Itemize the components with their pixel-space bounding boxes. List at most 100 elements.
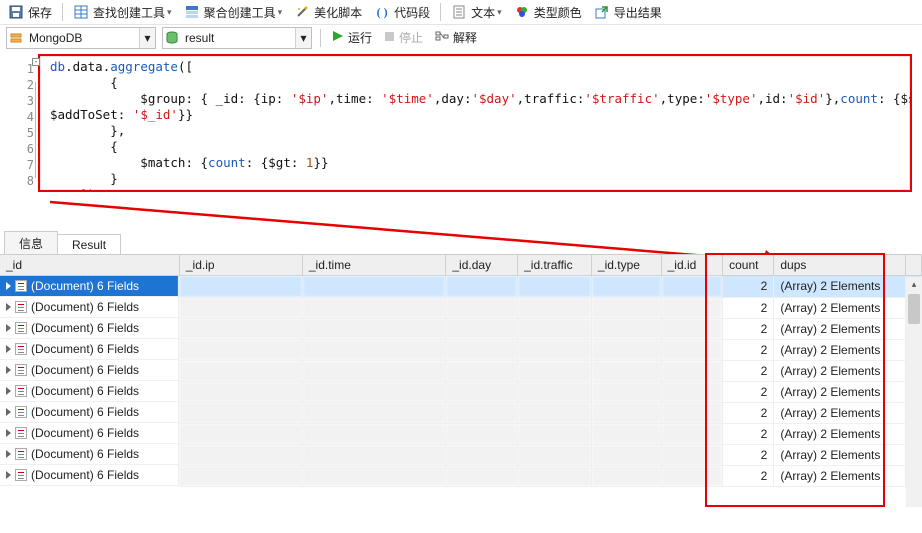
- col-id-traffic[interactable]: _id.traffic: [518, 255, 592, 276]
- expand-icon[interactable]: [6, 324, 11, 332]
- blurred-cell: [518, 465, 592, 486]
- expand-icon[interactable]: [6, 345, 11, 353]
- tab-result[interactable]: Result: [57, 234, 121, 254]
- col-id[interactable]: _id: [0, 255, 179, 276]
- id-cell[interactable]: (Document) 6 Fields: [0, 402, 179, 423]
- expand-icon[interactable]: [6, 471, 11, 479]
- blurred-cell: [591, 444, 661, 465]
- expand-icon[interactable]: [6, 282, 11, 290]
- col-id-id[interactable]: _id.id: [661, 255, 723, 276]
- count-cell: 2: [723, 276, 774, 298]
- tab-info[interactable]: 信息: [4, 231, 58, 254]
- blurred-cell: [518, 381, 592, 402]
- expand-icon[interactable]: [6, 366, 11, 374]
- scroll-up-icon[interactable]: ▴: [912, 277, 917, 292]
- table-row[interactable]: (Document) 6 Fields 2(Array) 2 Elements: [0, 423, 922, 444]
- document-icon: [15, 280, 27, 292]
- table-row[interactable]: (Document) 6 Fields 2(Array) 2 Elements: [0, 297, 922, 318]
- blurred-cell: [518, 276, 592, 298]
- id-cell-label: (Document) 6 Fields: [31, 321, 139, 335]
- id-cell[interactable]: (Document) 6 Fields: [0, 423, 179, 444]
- dropdown-icon[interactable]: ▾: [139, 28, 155, 48]
- id-cell[interactable]: (Document) 6 Fields: [0, 276, 179, 297]
- blurred-cell: [661, 318, 723, 339]
- table-row[interactable]: (Document) 6 Fields 2(Array) 2 Elements: [0, 402, 922, 423]
- blurred-cell: [661, 465, 723, 486]
- expand-icon[interactable]: [6, 408, 11, 416]
- dropdown-icon: ▾: [167, 7, 172, 18]
- col-id-time[interactable]: _id.time: [302, 255, 446, 276]
- blurred-cell: [179, 402, 302, 423]
- type-color-button[interactable]: 类型颜色: [510, 3, 586, 22]
- col-id-day[interactable]: _id.day: [446, 255, 518, 276]
- table-row[interactable]: (Document) 6 Fields 2(Array) 2 Elements: [0, 381, 922, 402]
- blurred-cell: [446, 423, 518, 444]
- count-cell: 2: [723, 402, 774, 423]
- expand-icon[interactable]: [6, 450, 11, 458]
- scroll-thumb[interactable]: [908, 294, 920, 324]
- table-row[interactable]: (Document) 6 Fields 2(Array) 2 Elements: [0, 276, 922, 298]
- code-editor[interactable]: db.data.aggregate([ { $group: { _id: {ip…: [38, 54, 912, 192]
- id-cell[interactable]: (Document) 6 Fields: [0, 381, 179, 402]
- blurred-cell: [446, 360, 518, 381]
- blurred-cell: [591, 318, 661, 339]
- line-num: 8: [10, 173, 34, 189]
- blurred-cell: [302, 360, 446, 381]
- id-cell[interactable]: (Document) 6 Fields: [0, 339, 179, 360]
- beautify-button[interactable]: 美化脚本: [290, 3, 366, 22]
- id-cell[interactable]: (Document) 6 Fields: [0, 297, 179, 318]
- vertical-scrollbar[interactable]: ▴: [906, 277, 922, 507]
- id-cell[interactable]: (Document) 6 Fields: [0, 360, 179, 381]
- blurred-cell: [661, 297, 723, 318]
- table-row[interactable]: (Document) 6 Fields 2(Array) 2 Elements: [0, 360, 922, 381]
- table-row[interactable]: (Document) 6 Fields 2(Array) 2 Elements: [0, 339, 922, 360]
- document-icon: [15, 448, 27, 460]
- table-row[interactable]: (Document) 6 Fields 2(Array) 2 Elements: [0, 465, 922, 486]
- dups-cell: (Array) 2 Elements: [774, 360, 905, 381]
- separator: [62, 3, 63, 21]
- codeseg-button[interactable]: ( ) 代码段: [370, 3, 434, 22]
- blurred-cell: [591, 402, 661, 423]
- explain-button[interactable]: 解释: [432, 29, 480, 46]
- collection-combo[interactable]: result ▾: [162, 27, 312, 49]
- result-table[interactable]: _id _id.ip _id.time _id.day _id.traffic …: [0, 255, 922, 487]
- blurred-cell: [591, 360, 661, 381]
- id-cell[interactable]: (Document) 6 Fields: [0, 444, 179, 465]
- blurred-cell: [302, 297, 446, 318]
- line-num: 1: [10, 61, 34, 77]
- export-button[interactable]: 导出结果: [590, 3, 666, 22]
- parens-icon: ( ): [374, 4, 390, 20]
- fold-marker[interactable]: -: [32, 58, 40, 66]
- id-cell[interactable]: (Document) 6 Fields: [0, 465, 179, 486]
- dups-cell: (Array) 2 Elements: [774, 297, 905, 318]
- blurred-cell: [179, 297, 302, 318]
- table-row[interactable]: (Document) 6 Fields 2(Array) 2 Elements: [0, 444, 922, 465]
- agg-create-button[interactable]: 聚合创建工具 ▾: [180, 3, 287, 22]
- id-cell[interactable]: (Document) 6 Fields: [0, 318, 179, 339]
- col-count[interactable]: count: [723, 255, 774, 276]
- blurred-cell: [446, 339, 518, 360]
- col-id-ip[interactable]: _id.ip: [179, 255, 302, 276]
- database-icon: [163, 31, 181, 45]
- blurred-cell: [661, 339, 723, 360]
- id-cell-label: (Document) 6 Fields: [31, 447, 139, 461]
- expand-icon[interactable]: [6, 429, 11, 437]
- text-button[interactable]: 文本 ▾: [447, 3, 506, 22]
- dups-cell: (Array) 2 Elements: [774, 402, 905, 423]
- db-combo[interactable]: MongoDB ▾: [6, 27, 156, 49]
- blurred-cell: [179, 381, 302, 402]
- run-button[interactable]: 运行: [329, 29, 375, 46]
- expand-icon[interactable]: [6, 303, 11, 311]
- col-dups[interactable]: dups: [774, 255, 905, 276]
- find-create-button[interactable]: 查找创建工具 ▾: [69, 3, 176, 22]
- beautify-label: 美化脚本: [314, 4, 362, 21]
- blurred-cell: [518, 339, 592, 360]
- dropdown-icon: ▾: [278, 7, 283, 18]
- line-num: 4: [10, 109, 34, 125]
- dropdown-icon[interactable]: ▾: [295, 28, 311, 48]
- expand-icon[interactable]: [6, 387, 11, 395]
- col-id-type[interactable]: _id.type: [591, 255, 661, 276]
- save-button[interactable]: 保存: [4, 3, 56, 22]
- line-num: 3: [10, 93, 34, 109]
- table-row[interactable]: (Document) 6 Fields 2(Array) 2 Elements: [0, 318, 922, 339]
